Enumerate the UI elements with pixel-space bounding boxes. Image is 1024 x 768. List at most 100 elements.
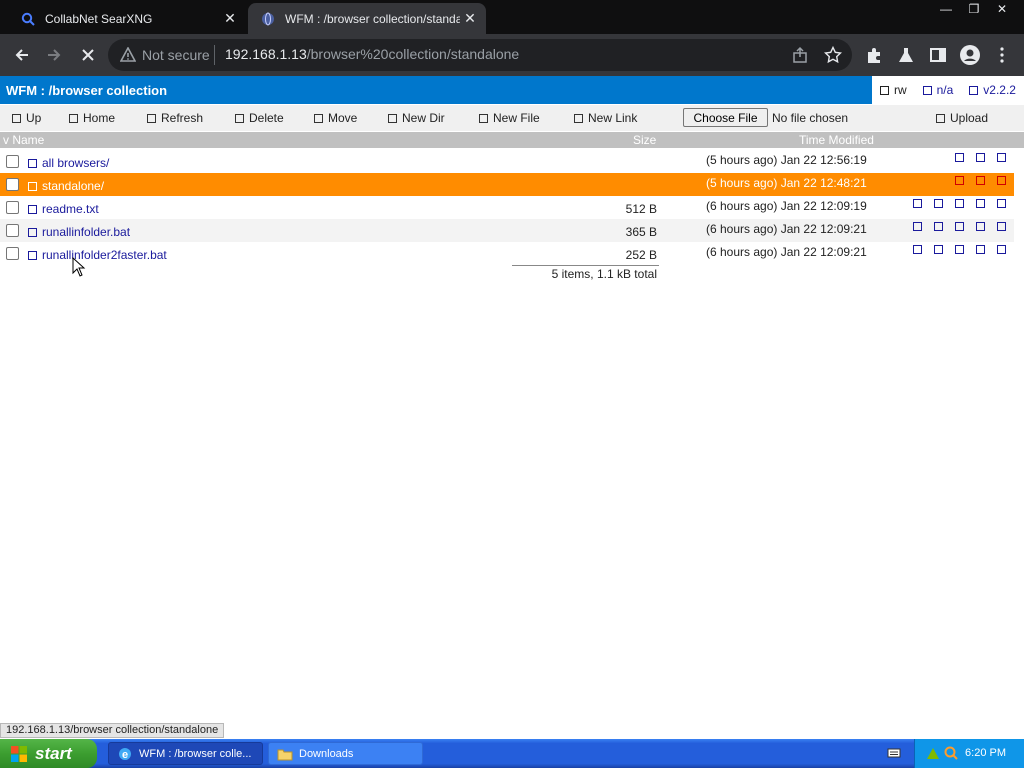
- name-column-header[interactable]: v Name: [3, 133, 44, 147]
- row-checkbox[interactable]: [6, 201, 19, 214]
- move-button[interactable]: Move: [314, 111, 357, 125]
- menu-kebab-icon[interactable]: [992, 45, 1012, 65]
- clock[interactable]: 6:20 PM: [965, 747, 1006, 759]
- up-button[interactable]: Up: [12, 111, 41, 125]
- move-icon[interactable]: [976, 176, 985, 185]
- rw-link[interactable]: rw: [879, 83, 907, 97]
- profile-avatar-icon[interactable]: [960, 45, 980, 65]
- row-checkbox[interactable]: [6, 247, 19, 260]
- view-icon[interactable]: [913, 199, 922, 208]
- upload-button[interactable]: Upload: [936, 111, 988, 125]
- no-file-label: No file chosen: [772, 111, 849, 125]
- stop-loading-icon[interactable]: [74, 41, 102, 69]
- move-icon[interactable]: [976, 245, 985, 254]
- start-label: start: [35, 743, 72, 763]
- delete-icon[interactable]: [997, 176, 1006, 185]
- file-link[interactable]: runallinfolder2faster.bat: [28, 248, 167, 262]
- file-link[interactable]: runallinfolder.bat: [28, 225, 130, 239]
- tab-title: WFM : /browser collection/standalo: [285, 11, 460, 26]
- taskbar-item-browser[interactable]: e WFM : /browser colle...: [108, 742, 263, 765]
- row-checkbox[interactable]: [6, 224, 19, 237]
- file-link[interactable]: standalone/: [28, 179, 104, 193]
- extensions-puzzle-icon[interactable]: [864, 45, 884, 65]
- file-icon: [28, 205, 37, 214]
- choose-file-button[interactable]: Choose File: [683, 108, 768, 127]
- edit-icon[interactable]: [934, 199, 943, 208]
- rename-icon[interactable]: [955, 199, 964, 208]
- side-panel-icon[interactable]: [928, 45, 948, 65]
- home-button[interactable]: Home: [69, 111, 115, 125]
- rename-icon[interactable]: [955, 222, 964, 231]
- restore-icon[interactable]: ❐: [960, 0, 988, 18]
- tab-searxng[interactable]: CollabNet SearXNG ✕: [8, 3, 246, 34]
- delete-icon[interactable]: [997, 153, 1006, 162]
- new-link-label: New Link: [588, 111, 638, 125]
- url-text[interactable]: 192.168.1.13/browser%20collection/standa…: [225, 46, 519, 62]
- file-link[interactable]: all browsers/: [28, 156, 109, 170]
- row-actions: [955, 176, 1006, 185]
- row-actions: [955, 153, 1006, 162]
- taskbar-item-downloads[interactable]: Downloads: [268, 742, 423, 765]
- refresh-button[interactable]: Refresh: [147, 111, 203, 125]
- file-modified: (6 hours ago) Jan 22 12:09:19: [706, 199, 867, 213]
- tab-wfm[interactable]: WFM : /browser collection/standalo ✕: [248, 3, 486, 34]
- summary-divider: [512, 265, 659, 266]
- share-icon[interactable]: [791, 46, 809, 64]
- close-window-icon[interactable]: ✕: [988, 0, 1016, 18]
- rename-icon[interactable]: [955, 245, 964, 254]
- file-link[interactable]: readme.txt: [28, 202, 99, 216]
- row-checkbox[interactable]: [6, 155, 19, 168]
- new-link-icon: [574, 114, 583, 123]
- keyboard-icon[interactable]: [887, 746, 901, 760]
- delete-button[interactable]: Delete: [235, 111, 284, 125]
- browser-toolbar: Not secure 192.168.1.13/browser%20collec…: [0, 34, 1024, 76]
- forward-icon[interactable]: [40, 41, 68, 69]
- na-label: n/a: [936, 83, 954, 97]
- file-name: runallinfolder.bat: [42, 225, 131, 239]
- network-icon[interactable]: [925, 745, 941, 761]
- close-tab-icon[interactable]: ✕: [460, 9, 480, 29]
- back-icon[interactable]: [8, 41, 36, 69]
- edit-icon[interactable]: [934, 245, 943, 254]
- system-tray: 6:20 PM: [914, 739, 1024, 768]
- url-host: 192.168.1.13: [225, 46, 307, 62]
- mouse-pointer-icon: [72, 257, 86, 277]
- delete-icon[interactable]: [997, 245, 1006, 254]
- delete-icon[interactable]: [997, 222, 1006, 231]
- labs-flask-icon[interactable]: [896, 45, 916, 65]
- view-icon[interactable]: [913, 222, 922, 231]
- close-tab-icon[interactable]: ✕: [220, 9, 240, 29]
- new-file-label: New File: [493, 111, 540, 125]
- minimize-icon[interactable]: —: [932, 0, 960, 18]
- new-file-button[interactable]: New File: [479, 111, 540, 125]
- page-title[interactable]: WFM : /browser collection: [6, 83, 167, 98]
- bookmark-star-icon[interactable]: [823, 45, 843, 64]
- rename-icon[interactable]: [955, 153, 964, 162]
- table-header: v Name Size Time Modified: [0, 132, 1024, 148]
- version-link[interactable]: v2.2.2: [969, 83, 1016, 97]
- browser-tab-strip: CollabNet SearXNG ✕ WFM : /browser colle…: [0, 0, 1024, 34]
- new-dir-button[interactable]: New Dir: [388, 111, 445, 125]
- start-button[interactable]: start: [0, 739, 97, 768]
- new-link-button[interactable]: New Link: [574, 111, 637, 125]
- search-icon[interactable]: [943, 745, 959, 761]
- warning-icon[interactable]: [119, 46, 137, 63]
- window-controls: — ❐ ✕: [932, 0, 1016, 18]
- move-icon[interactable]: [976, 199, 985, 208]
- move-icon[interactable]: [976, 222, 985, 231]
- move-icon[interactable]: [976, 153, 985, 162]
- upload-label: Upload: [950, 111, 989, 125]
- size-column-header[interactable]: Size: [633, 133, 656, 147]
- modified-column-header[interactable]: Time Modified: [799, 133, 874, 147]
- page-content: WFM : /browser collection rw n/a v2.2.2 …: [0, 76, 1024, 723]
- file-name: readme.txt: [42, 202, 99, 216]
- row-checkbox[interactable]: [6, 178, 19, 191]
- view-icon[interactable]: [913, 245, 922, 254]
- new-folder-icon: [388, 114, 397, 123]
- version-label: v2.2.2: [983, 83, 1016, 97]
- na-link[interactable]: n/a: [922, 83, 954, 97]
- rename-icon[interactable]: [955, 176, 964, 185]
- edit-icon[interactable]: [934, 222, 943, 231]
- delete-icon[interactable]: [997, 199, 1006, 208]
- address-bar[interactable]: Not secure 192.168.1.13/browser%20collec…: [108, 39, 852, 71]
